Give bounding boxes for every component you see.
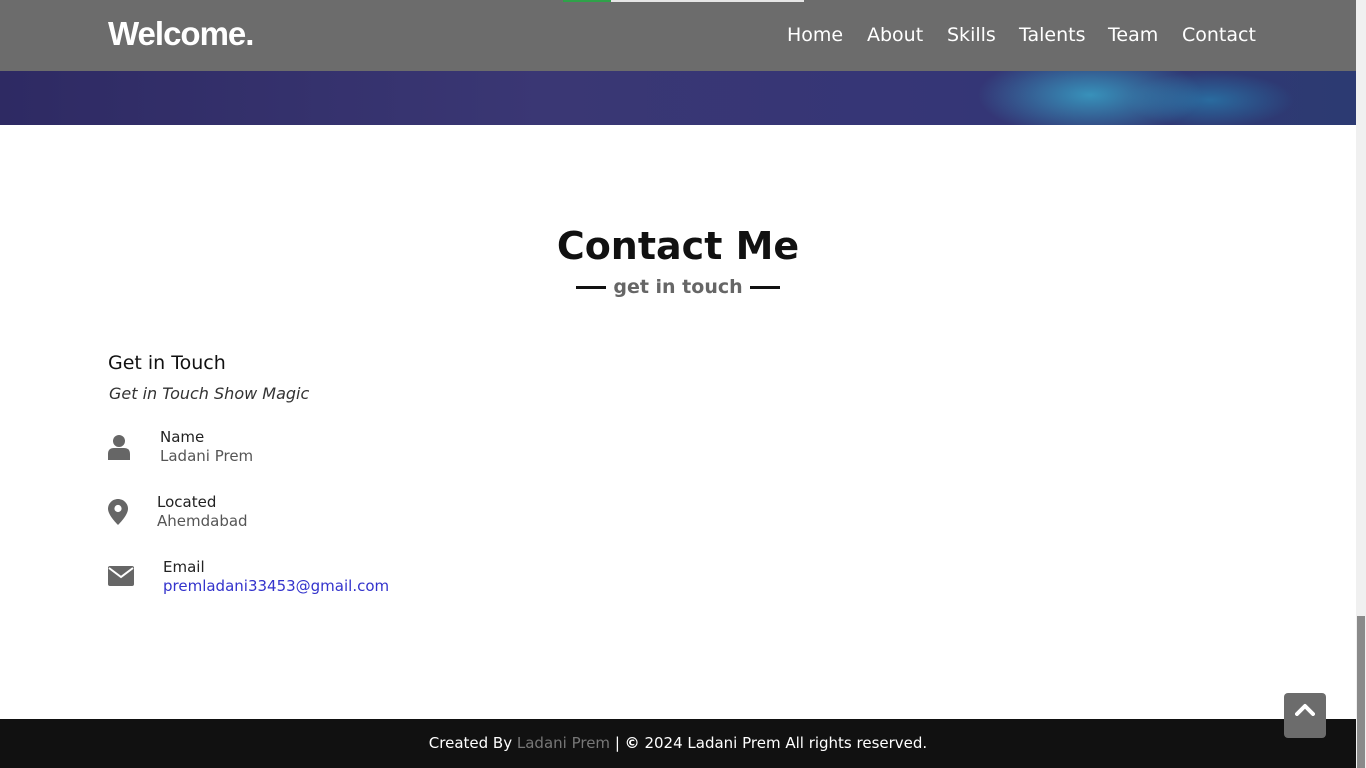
footer-rights: 2024 Ladani Prem All rights reserved. [644,734,928,752]
section-subtitle: get in touch [613,276,743,298]
scroll-progress-track [611,0,804,2]
scrollbar-thumb[interactable] [1357,616,1365,768]
subtitle-line-right [750,285,781,289]
contact-email-link[interactable]: premladani33453@gmail.com [163,577,389,595]
section-subtitle-wrap: get in touch [0,276,1356,298]
section-title: Contact Me [556,224,800,268]
contact-location-label: Located [157,493,217,511]
user-icon [108,434,130,465]
scroll-progress-bar [563,0,611,2]
chevron-up-icon [1295,702,1315,721]
footer-created-by: Created By [428,734,513,752]
copyright-icon: © [624,734,640,752]
contact-location-value: Ahemdabad [157,512,248,530]
nav-skills[interactable]: Skills [947,24,996,46]
nav-talents[interactable]: Talents [1019,24,1085,46]
contact-name-label: Name [160,428,205,446]
footer-separator: | [614,734,620,752]
map-marker-icon [108,499,128,530]
nav-team[interactable]: Team [1108,24,1158,46]
navbar: Welcome. Home About Skills Talents Team … [0,0,1356,71]
scroll-to-top-button[interactable] [1284,693,1326,738]
get-in-touch-heading: Get in Touch [108,352,226,374]
nav-home[interactable]: Home [787,24,843,46]
subtitle-line-left [575,285,606,289]
contact-email-label: Email [163,558,205,576]
get-in-touch-tagline: Get in Touch Show Magic [109,384,310,403]
footer-author-link[interactable]: Ladani Prem [517,734,610,752]
nav-contact[interactable]: Contact [1182,24,1256,46]
envelope-icon [108,566,134,591]
footer: Created By Ladani Prem | © 2024 Ladani P… [0,719,1356,768]
nav-about[interactable]: About [867,24,923,46]
site-logo[interactable]: Welcome. [108,15,254,53]
contact-name-value: Ladani Prem [160,447,254,465]
